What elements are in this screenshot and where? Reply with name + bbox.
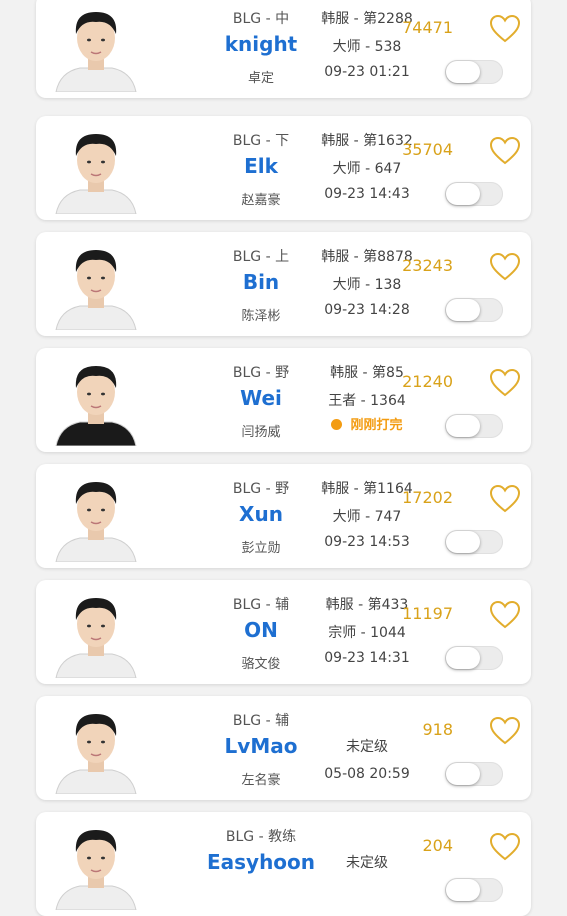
like-count: 23243 xyxy=(402,256,453,275)
player-photo xyxy=(50,470,142,562)
follow-toggle[interactable] xyxy=(445,182,503,206)
tier-points: 大师 - 647 xyxy=(332,161,402,177)
player-card[interactable]: BLG - 下 Elk 赵嘉豪 韩服 - 第1632 大师 - 647 09-2… xyxy=(36,116,531,220)
heart-outline-icon[interactable] xyxy=(489,716,521,746)
last-game-time: 09-23 14:53 xyxy=(324,534,410,550)
toggle-knob[interactable] xyxy=(446,183,480,205)
toggle-knob[interactable] xyxy=(446,531,480,553)
player-photo xyxy=(50,122,142,214)
follow-toggle[interactable] xyxy=(445,878,503,902)
last-game-time: 09-23 14:28 xyxy=(324,302,410,318)
player-photo xyxy=(50,702,142,794)
like-count: 204 xyxy=(422,836,453,855)
tier-points: 未定级 xyxy=(346,855,388,871)
rank-info: 韩服 - 第8878 大师 - 138 09-23 14:28 xyxy=(308,232,426,336)
like-count: 74471 xyxy=(402,18,453,37)
like-count: 17202 xyxy=(402,488,453,507)
follow-toggle[interactable] xyxy=(445,646,503,670)
heart-outline-icon[interactable] xyxy=(489,14,521,44)
last-game-time: 09-23 14:43 xyxy=(324,186,410,202)
player-photo xyxy=(50,0,142,92)
tier-points: 王者 - 1364 xyxy=(328,393,406,409)
heart-outline-icon[interactable] xyxy=(489,832,521,862)
heart-outline-icon[interactable] xyxy=(489,600,521,630)
player-photo xyxy=(50,818,142,910)
player-card[interactable]: BLG - 教练 Easyhoon 未定级 204 xyxy=(36,812,531,916)
player-card[interactable]: BLG - 野 Xun 彭立勋 韩服 - 第1164 大师 - 747 09-2… xyxy=(36,464,531,568)
rank-info: 韩服 - 第2288 大师 - 538 09-23 01:21 xyxy=(308,0,426,98)
follow-toggle[interactable] xyxy=(445,298,503,322)
player-photo xyxy=(50,238,142,330)
follow-toggle[interactable] xyxy=(445,762,503,786)
like-count: 21240 xyxy=(402,372,453,391)
player-card[interactable]: BLG - 辅 ON 骆文俊 韩服 - 第433 宗师 - 1044 09-23… xyxy=(36,580,531,684)
follow-toggle[interactable] xyxy=(445,414,503,438)
follow-toggle[interactable] xyxy=(445,60,503,84)
tier-points: 宗师 - 1044 xyxy=(328,625,406,641)
heart-outline-icon[interactable] xyxy=(489,368,521,398)
toggle-knob[interactable] xyxy=(446,299,480,321)
rank-info: 未定级 xyxy=(308,812,426,916)
status-dot-icon xyxy=(331,419,343,430)
tier-points: 未定级 xyxy=(346,739,388,755)
live-status: 刚刚打完 xyxy=(308,414,426,433)
toggle-knob[interactable] xyxy=(446,415,480,437)
like-count: 918 xyxy=(422,720,453,739)
last-game-time: 05-08 20:59 xyxy=(324,766,410,782)
rank-info: 韩服 - 第1632 大师 - 647 09-23 14:43 xyxy=(308,116,426,220)
rank-info: 韩服 - 第85 王者 - 1364 刚刚打完 xyxy=(308,348,426,452)
player-card[interactable]: BLG - 野 Wei 闫扬威 韩服 - 第85 王者 - 1364 刚刚打完 … xyxy=(36,348,531,452)
tier-points: 大师 - 538 xyxy=(332,39,402,55)
status-text: 刚刚打完 xyxy=(350,418,403,433)
rank-info: 韩服 - 第1164 大师 - 747 09-23 14:53 xyxy=(308,464,426,568)
toggle-knob[interactable] xyxy=(446,879,480,901)
rank-info: 韩服 - 第433 宗师 - 1044 09-23 14:31 xyxy=(308,580,426,684)
toggle-knob[interactable] xyxy=(446,763,480,785)
follow-toggle[interactable] xyxy=(445,530,503,554)
like-count: 35704 xyxy=(402,140,453,159)
like-count: 11197 xyxy=(402,604,453,623)
player-card[interactable]: BLG - 上 Bin 陈泽彬 韩服 - 第8878 大师 - 138 09-2… xyxy=(36,232,531,336)
tier-points: 大师 - 138 xyxy=(332,277,402,293)
last-game-time: 09-23 01:21 xyxy=(324,64,410,80)
player-card[interactable]: BLG - 辅 LvMao 左名豪 未定级 05-08 20:59 918 xyxy=(36,696,531,800)
toggle-knob[interactable] xyxy=(446,61,480,83)
toggle-knob[interactable] xyxy=(446,647,480,669)
player-photo xyxy=(50,586,142,678)
last-game-time: 09-23 14:31 xyxy=(324,650,410,666)
tier-points: 大师 - 747 xyxy=(332,509,402,525)
rank-info: 未定级 05-08 20:59 xyxy=(308,696,426,800)
heart-outline-icon[interactable] xyxy=(489,136,521,166)
heart-outline-icon[interactable] xyxy=(489,484,521,514)
player-photo xyxy=(50,354,142,446)
player-card[interactable]: BLG - 中 knight 卓定 韩服 - 第2288 大师 - 538 09… xyxy=(36,0,531,98)
heart-outline-icon[interactable] xyxy=(489,252,521,282)
